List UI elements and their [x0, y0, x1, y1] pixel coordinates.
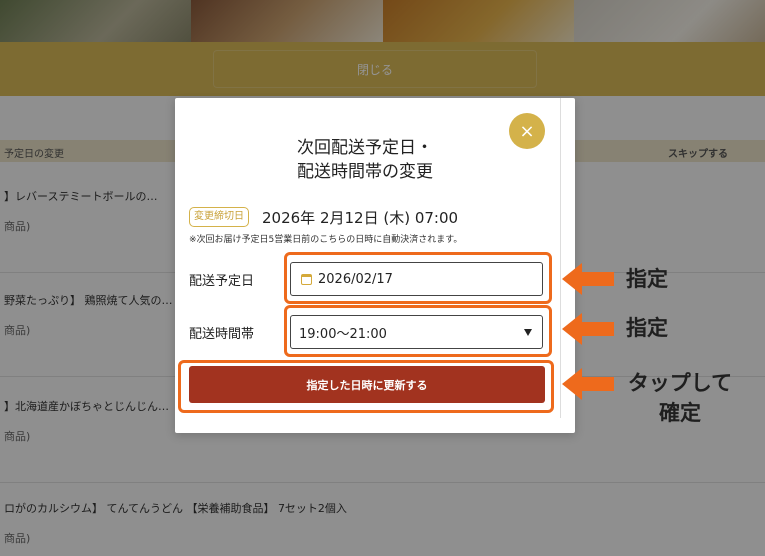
- annotation-label-submit: タップして 確定: [614, 368, 746, 428]
- highlight-time-field: [284, 305, 552, 357]
- arrow-left-icon: [562, 313, 614, 345]
- highlight-date-field: [284, 252, 552, 304]
- arrow-left-icon: [562, 368, 614, 400]
- delivery-date-label: 配送予定日: [189, 274, 255, 289]
- deadline-note: ※次回お届け予定日5営業日前のこちらの日時に自動決済されます。: [189, 235, 463, 245]
- highlight-submit-button: [178, 360, 554, 413]
- delivery-time-label: 配送時間帯: [189, 327, 255, 342]
- annotation-label-submit-line2: 確定: [659, 401, 701, 425]
- deadline-datetime: 2026年 2月12日 (木) 07:00: [262, 209, 459, 227]
- close-icon: ×: [519, 120, 535, 142]
- modal-scrollbar[interactable]: [560, 98, 561, 418]
- modal-title-line2: 配送時間帯の変更: [297, 162, 433, 182]
- annotation-label-date: 指定: [626, 267, 668, 291]
- deadline-badge: 変更締切日: [189, 207, 249, 227]
- annotation-label-submit-line1: タップして: [627, 371, 733, 395]
- arrow-left-icon: [562, 263, 614, 295]
- modal-title-line1: 次回配送予定日・: [297, 138, 433, 158]
- close-button[interactable]: ×: [509, 113, 545, 149]
- modal-title: 次回配送予定日・ 配送時間帯の変更: [235, 136, 495, 184]
- annotation-label-time: 指定: [626, 316, 668, 340]
